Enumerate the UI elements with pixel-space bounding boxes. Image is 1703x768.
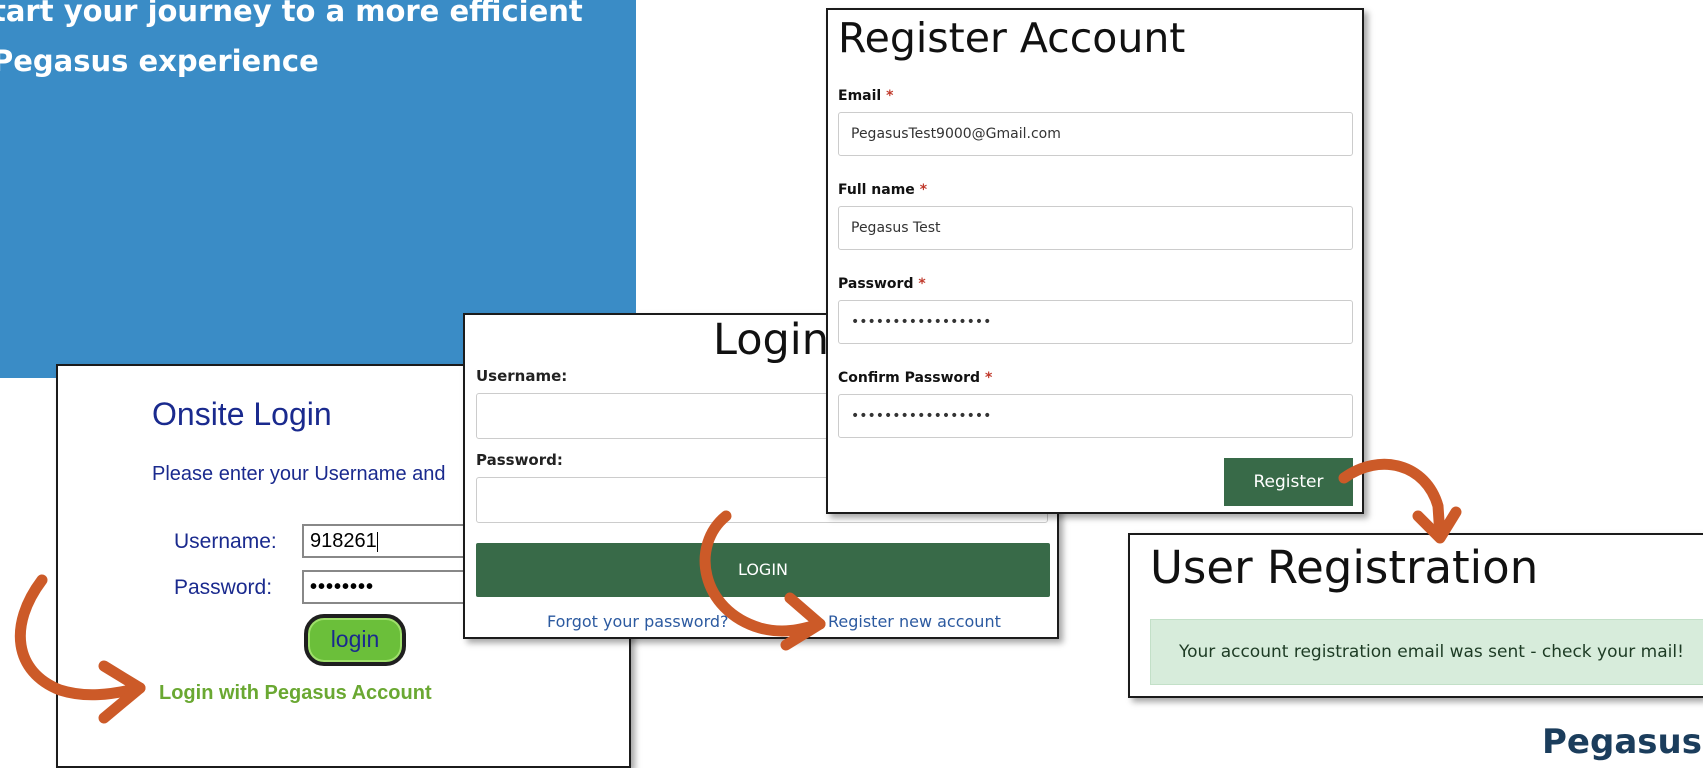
text-caret bbox=[376, 531, 378, 552]
hero-line-1: tart your journey to a more efficient bbox=[0, 0, 583, 28]
login-password-label: Password: bbox=[476, 451, 563, 469]
register-new-account-link[interactable]: Register new account bbox=[828, 612, 1001, 631]
onsite-username-value: 918261 bbox=[310, 530, 377, 552]
required-marker: * bbox=[918, 276, 926, 292]
user-registration-card: User Registration Your account registrat… bbox=[1128, 533, 1703, 698]
required-marker: * bbox=[984, 370, 993, 386]
required-marker: * bbox=[919, 182, 928, 198]
email-label: Email * bbox=[838, 88, 894, 104]
full-name-field[interactable]: Pegasus Test bbox=[838, 206, 1353, 250]
hero-text: tart your journey to a more efficient Pe… bbox=[0, 0, 632, 86]
onsite-login-title: Onsite Login bbox=[152, 396, 332, 432]
login-username-label: Username: bbox=[476, 367, 568, 385]
confirm-password-label: Confirm Password * bbox=[838, 370, 993, 386]
onsite-login-button[interactable]: login bbox=[304, 614, 406, 666]
register-account-title: Register Account bbox=[838, 14, 1186, 62]
onsite-password-value: •••••••• bbox=[310, 576, 375, 598]
onsite-password-label: Password: bbox=[174, 576, 273, 599]
forgot-password-link[interactable]: Forgot your password? bbox=[547, 612, 729, 631]
onsite-username-label: Username: bbox=[174, 530, 277, 553]
login-button[interactable]: LOGIN bbox=[476, 543, 1050, 597]
hero-line-2: Pegasus experience bbox=[0, 44, 319, 78]
register-account-card: Register Account Email * PegasusTest9000… bbox=[826, 8, 1364, 514]
login-with-pegasus-link[interactable]: Login with Pegasus Account bbox=[159, 682, 432, 705]
required-marker: * bbox=[886, 88, 894, 104]
login-title: Login bbox=[713, 315, 830, 365]
confirm-password-value: ••••••••••••••••• bbox=[851, 408, 992, 424]
brand-text-fragment: Pegasus bbox=[1542, 722, 1702, 762]
email-field[interactable]: PegasusTest9000@Gmail.com bbox=[838, 112, 1353, 156]
confirm-password-field[interactable]: ••••••••••••••••• bbox=[838, 394, 1353, 438]
registration-success-alert: Your account registration email was sent… bbox=[1150, 619, 1703, 685]
password-field[interactable]: ••••••••••••••••• bbox=[838, 300, 1353, 344]
full-name-label: Full name * bbox=[838, 182, 928, 198]
user-registration-title: User Registration bbox=[1150, 541, 1539, 594]
password-value: ••••••••••••••••• bbox=[851, 314, 992, 330]
onsite-login-prompt: Please enter your Username and bbox=[152, 463, 446, 485]
password-label: Password * bbox=[838, 276, 926, 292]
register-button[interactable]: Register bbox=[1224, 458, 1353, 506]
